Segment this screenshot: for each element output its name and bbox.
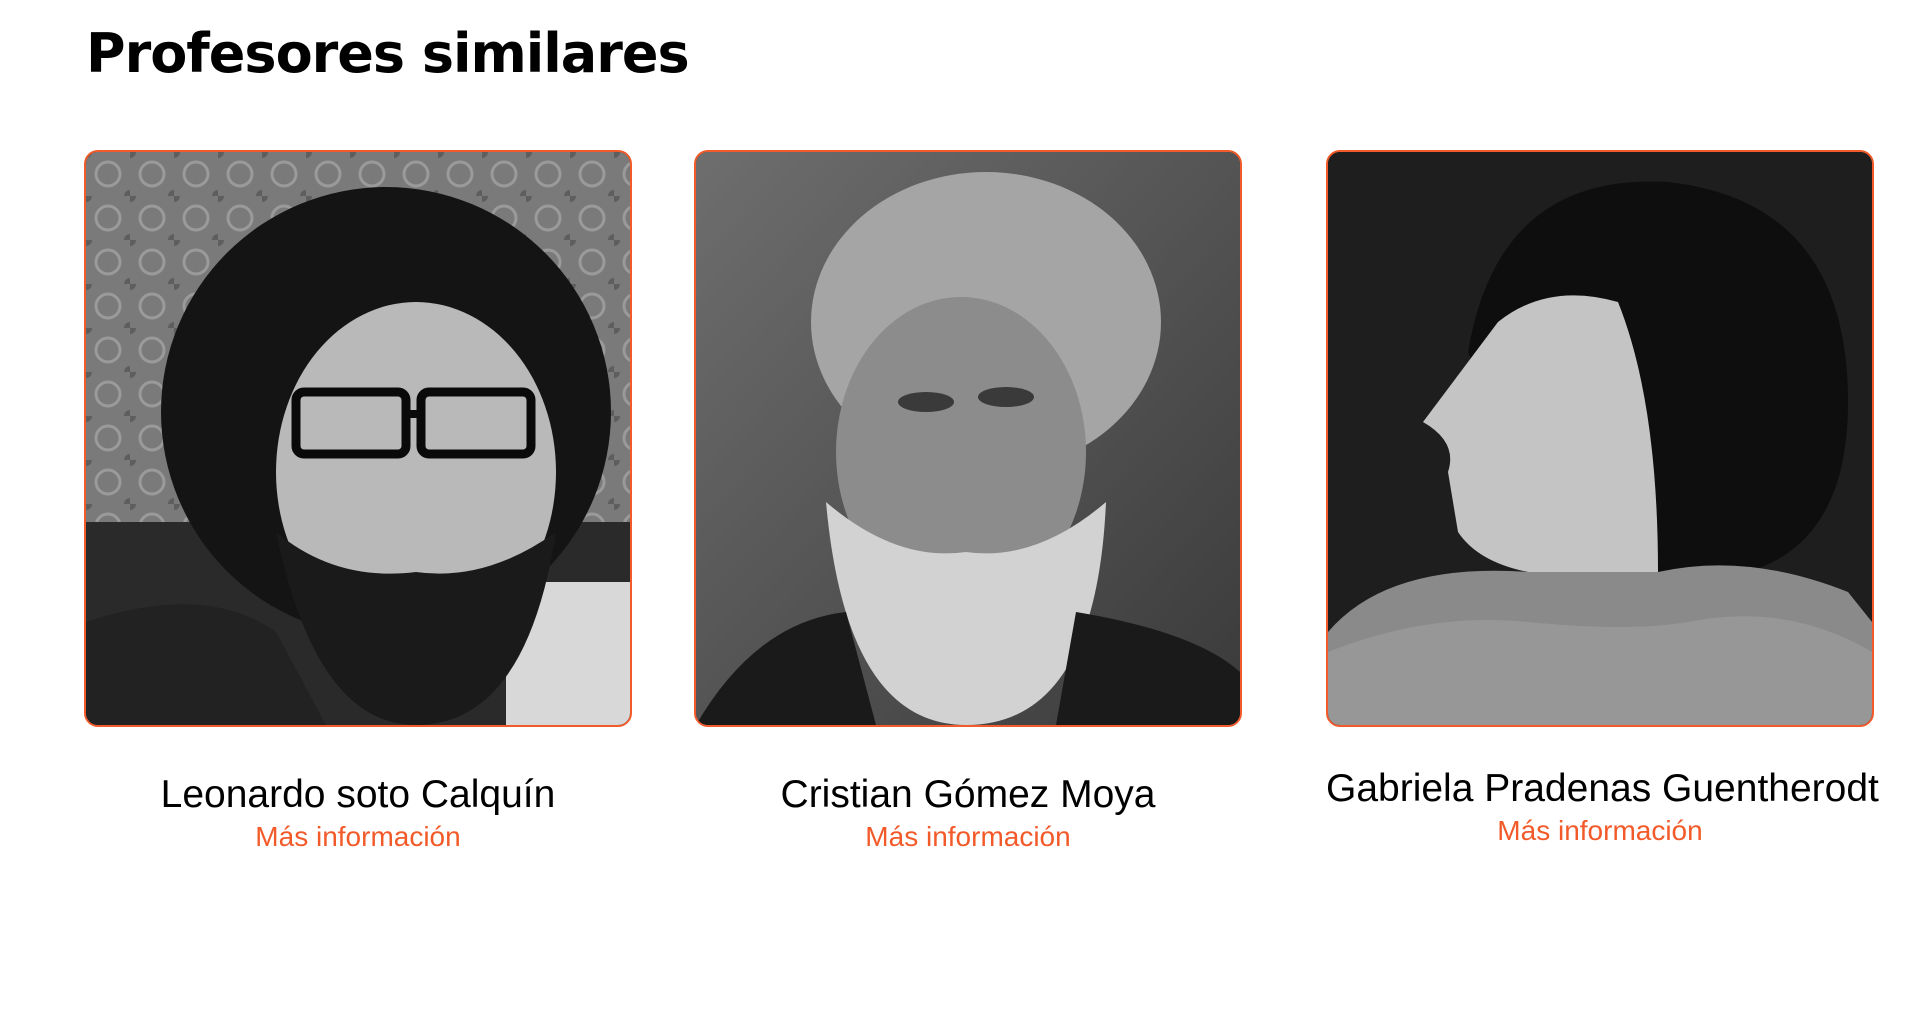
portrait-photo-icon xyxy=(86,152,630,725)
professor-card: Cristian Gómez Moya Más información xyxy=(694,150,1242,853)
similar-professors-page: Profesores similares Leonardo soto Calqu… xyxy=(0,0,1917,1035)
professor-card: Leonardo soto Calquín Más información xyxy=(84,150,632,853)
professor-name: Cristian Gómez Moya xyxy=(780,773,1156,816)
portrait-photo-icon xyxy=(1328,152,1872,725)
more-info-link[interactable]: Más información xyxy=(694,821,1242,853)
professor-card: Gabriela Pradenas Guentherodt Más inform… xyxy=(1326,150,1879,847)
professor-photo[interactable] xyxy=(694,150,1242,727)
professor-photo[interactable] xyxy=(1326,150,1874,727)
professor-name: Leonardo soto Calquín xyxy=(160,773,556,816)
professor-photo[interactable] xyxy=(84,150,632,727)
portrait-photo-icon xyxy=(696,152,1240,725)
more-info-link[interactable]: Más información xyxy=(84,821,632,853)
more-info-link[interactable]: Más información xyxy=(1326,815,1874,847)
section-title: Profesores similares xyxy=(86,22,690,85)
professor-name: Gabriela Pradenas Guentherodt xyxy=(1326,767,1879,810)
